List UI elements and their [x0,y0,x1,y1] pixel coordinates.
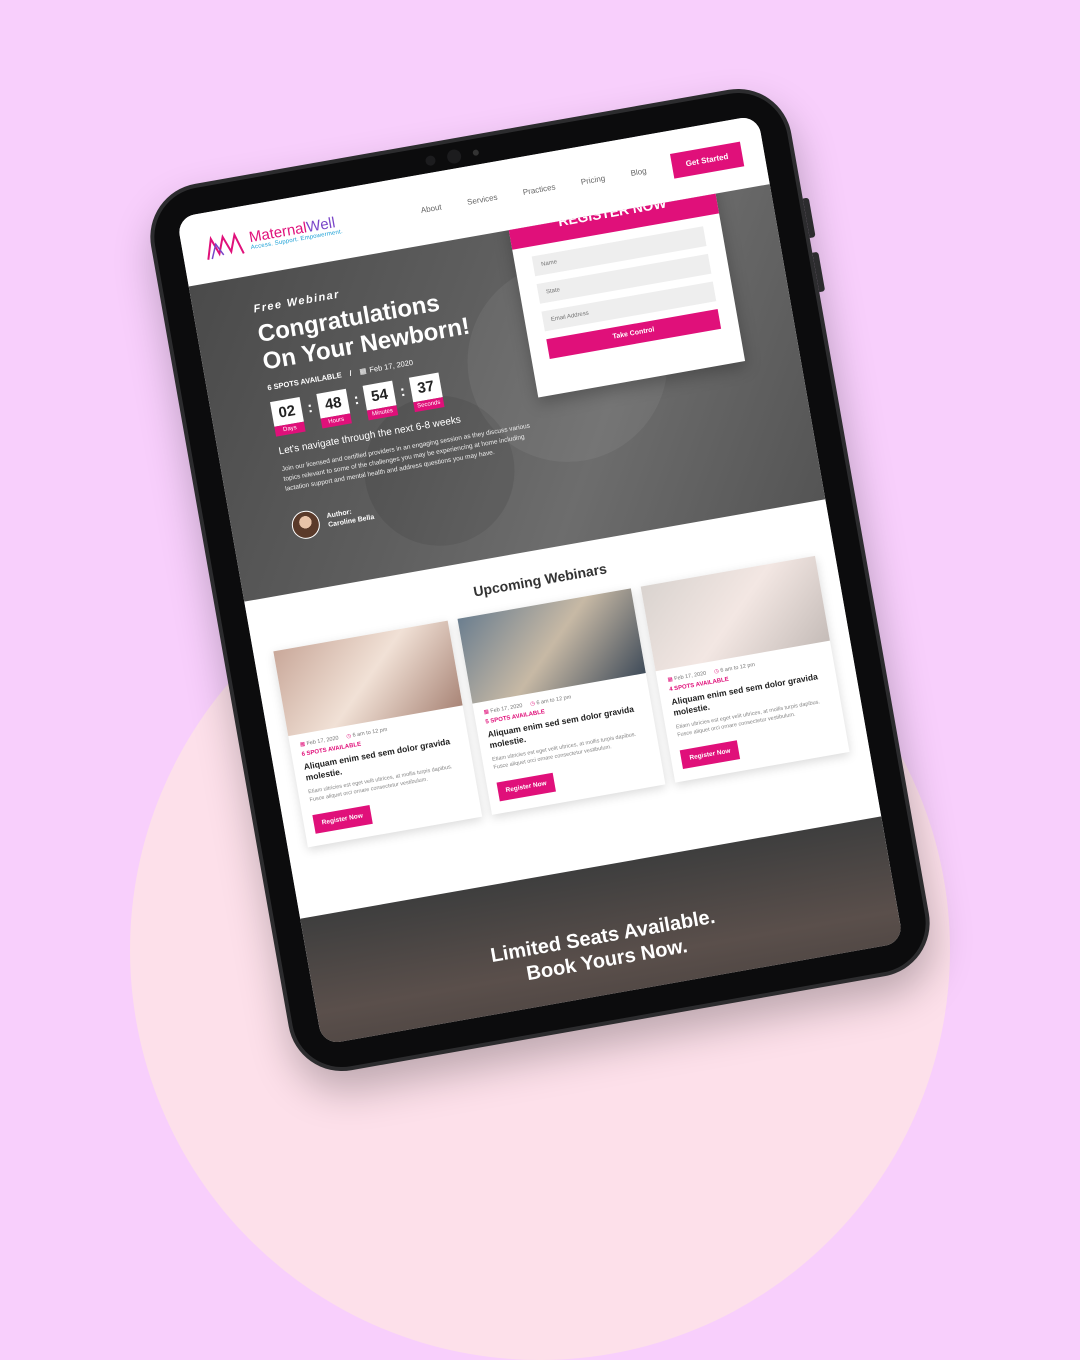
countdown-minutes: 54 Minutes [362,380,399,421]
webinar-card: ▦ Feb 17, 2020 ◷ 6 am to 12 pm 4 SPOTS A… [641,555,850,783]
nav-links: About Services Practices Pricing Blog [420,166,647,215]
meta-separator: / [348,368,353,379]
calendar-icon: ▦ [299,741,306,749]
countdown-days: 02 Days [270,397,306,437]
countdown-separator: : [306,399,315,417]
calendar-icon: ▦ [483,708,490,716]
nav-link-about[interactable]: About [420,202,442,214]
clock-icon: ◷ [713,668,720,676]
register-now-button[interactable]: Register Now [496,772,557,801]
countdown-seconds: 37 Seconds [408,372,445,413]
webinar-cards: ▦ Feb 17, 2020 ◷ 6 am to 12 pm 6 SPOTS A… [273,555,850,847]
avatar [289,509,323,542]
hero-content: Free Webinar Congratulations On Your New… [253,257,561,542]
register-now-button[interactable]: Register Now [679,739,740,769]
register-now-button[interactable]: Register Now [312,804,373,834]
camera-lens [446,148,463,165]
tablet-screen: MaternalWell Access. Support. Empowermen… [176,115,904,1045]
sensor-dot [472,149,480,157]
hero-date-text: Feb 17, 2020 [368,358,414,375]
tablet-side-button [812,251,826,293]
spots-available: 6 SPOTS AVAILABLE [266,370,343,393]
webinar-card: ▦ Feb 17, 2020 ◷ 6 am to 12 pm 6 SPOTS A… [273,620,482,847]
countdown-separator: : [398,382,407,401]
nav-link-services[interactable]: Services [466,192,498,206]
calendar-icon: ▦ [667,676,674,684]
camera-dot [424,154,437,167]
nav-link-blog[interactable]: Blog [630,166,647,178]
tablet-side-button [802,197,816,238]
logo-text: MaternalWell Access. Support. Empowermen… [248,214,344,251]
hero-date: ▦ Feb 17, 2020 [359,358,414,376]
author-text: Author: Caroline Bella [326,504,375,530]
calendar-icon: ▦ [358,366,368,377]
get-started-button[interactable]: Get Started [669,141,745,179]
clock-icon: ◷ [529,700,536,708]
nav-link-pricing[interactable]: Pricing [580,173,606,186]
countdown-separator: : [352,391,361,409]
clock-icon: ◷ [345,733,352,740]
countdown-hours: 48 Hours [316,388,352,429]
nav-link-practices[interactable]: Practices [522,182,556,197]
logo-mark-icon [207,231,245,260]
webinar-card: ▦ Feb 17, 2020 ◷ 6 am to 12 pm 5 SPOTS A… [457,588,666,815]
logo[interactable]: MaternalWell Access. Support. Empowermen… [202,210,344,262]
